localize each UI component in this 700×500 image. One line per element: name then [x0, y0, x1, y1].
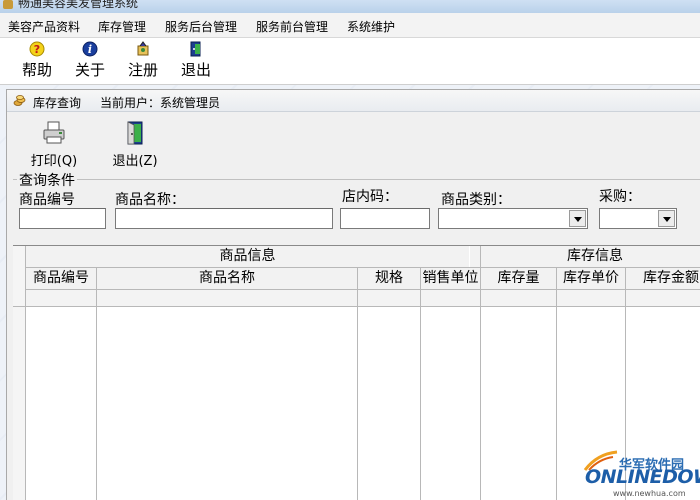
- row-header-strip: [13, 246, 25, 500]
- product-code-label: 商品编号: [19, 192, 75, 208]
- door-exit-icon: [127, 121, 143, 145]
- exit-button[interactable]: 退出: [174, 41, 218, 81]
- query-group-title: 查询条件: [17, 170, 77, 190]
- mdi-workspace: 库存查询 当前用户：系统管理员 打印(Q) 退出(Z) 查询条件 商品编号 商品…: [0, 85, 700, 500]
- child-window-titlebar: 库存查询 当前用户：系统管理员: [7, 90, 700, 112]
- menu-inventory[interactable]: 库存管理: [98, 18, 146, 35]
- svg-text:?: ?: [34, 43, 40, 56]
- table-row[interactable]: [26, 290, 700, 306]
- store-code-label: 店内码：: [342, 189, 398, 205]
- register-button[interactable]: 注册: [121, 41, 165, 81]
- watermark-en: ONLINEDOWN: [585, 466, 700, 488]
- svg-text:i: i: [88, 43, 92, 56]
- product-name-label: 商品名称：: [115, 192, 185, 208]
- col-header-unit-price[interactable]: 库存单价: [557, 268, 625, 289]
- purchase-select[interactable]: [599, 208, 677, 229]
- product-code-input[interactable]: [19, 208, 106, 229]
- register-label: 注册: [127, 61, 158, 79]
- inventory-query-window: 库存查询 当前用户：系统管理员 打印(Q) 退出(Z) 查询条件 商品编号 商品…: [6, 89, 700, 500]
- print-label: 打印(Q): [30, 154, 78, 169]
- col-header-product-code[interactable]: 商品编号: [26, 268, 96, 289]
- col-header-sales-unit[interactable]: 销售单位: [421, 268, 480, 289]
- store-code-input[interactable]: [340, 208, 430, 229]
- menubar: 美容产品资料 库存管理 服务后台管理 服务前台管理 系统维护: [0, 13, 700, 38]
- product-name-input[interactable]: [115, 208, 333, 229]
- child-exit-label: 退出(Z): [112, 154, 158, 169]
- category-label: 商品类别：: [441, 192, 511, 208]
- child-window-title: 库存查询: [33, 96, 82, 110]
- menu-service-frontend[interactable]: 服务前台管理: [256, 18, 328, 35]
- onlinedown-watermark: 华军软件园 ONLINEDOWN www.newhua.com: [583, 450, 700, 500]
- menu-service-backend[interactable]: 服务后台管理: [165, 18, 237, 35]
- window-titlebar: 畅通美容美发管理系统: [0, 0, 700, 13]
- exit-icon: [190, 41, 201, 57]
- exit-label: 退出: [180, 61, 211, 79]
- col-header-stock-amount[interactable]: 库存金额: [626, 268, 700, 289]
- chevron-down-icon[interactable]: [658, 210, 675, 227]
- info-icon: i: [82, 41, 98, 57]
- group-header-product-info: 商品信息: [26, 246, 469, 267]
- coins-icon: [13, 95, 26, 106]
- group-header-inventory-info: 库存信息: [470, 246, 700, 267]
- col-header-product-name[interactable]: 商品名称: [97, 268, 357, 289]
- col-header-stock-qty[interactable]: 库存量: [481, 268, 556, 289]
- chevron-down-icon[interactable]: [569, 210, 586, 227]
- app-icon: [3, 0, 13, 9]
- window-title: 畅通美容美发管理系统: [18, 0, 139, 10]
- main-toolbar: ? 帮助 i 关于 注册 退出: [0, 38, 700, 85]
- print-button[interactable]: 打印(Q): [26, 120, 82, 170]
- printer-icon: [43, 121, 65, 144]
- child-exit-button[interactable]: 退出(Z): [107, 120, 163, 170]
- col-header-spec[interactable]: 规格: [358, 268, 420, 289]
- menu-product-data[interactable]: 美容产品资料: [8, 18, 80, 35]
- about-label: 关于: [74, 61, 105, 79]
- help-label: 帮助: [21, 61, 52, 79]
- help-button[interactable]: ? 帮助: [15, 41, 59, 81]
- register-icon: [137, 41, 149, 56]
- help-icon: ?: [29, 41, 45, 57]
- category-select[interactable]: [438, 208, 588, 229]
- menu-system[interactable]: 系统维护: [347, 18, 395, 35]
- current-user-label: 当前用户：系统管理员: [100, 96, 221, 110]
- purchase-label: 采购：: [599, 189, 641, 205]
- watermark-url: www.newhua.com: [613, 489, 686, 498]
- about-button[interactable]: i 关于: [68, 41, 112, 81]
